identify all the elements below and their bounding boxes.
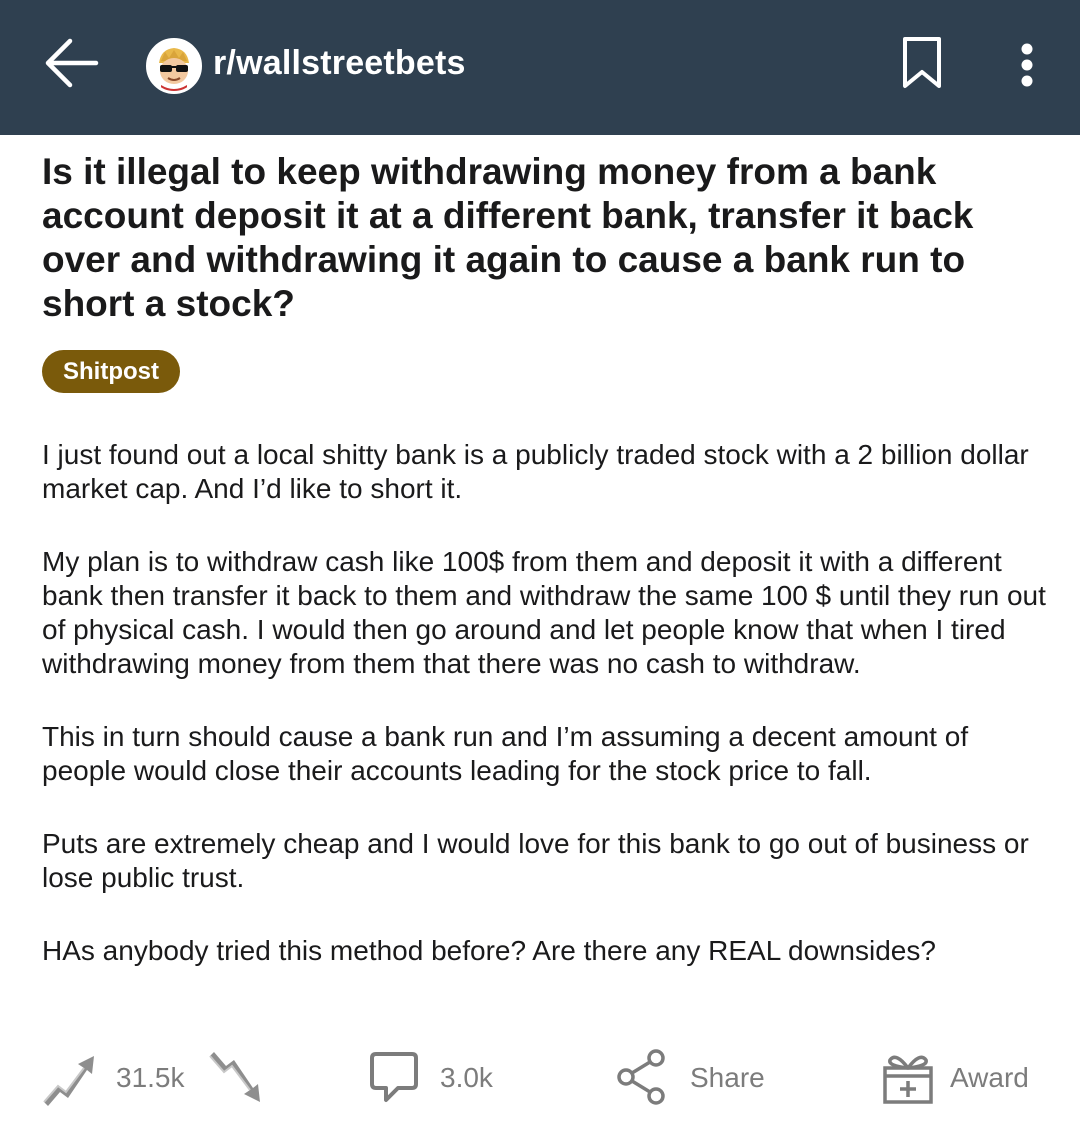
vote-count: 31.5k (116, 1062, 185, 1093)
more-options-button[interactable] (1006, 36, 1048, 94)
comments-button[interactable] (368, 1050, 420, 1106)
award-label[interactable]: Award (950, 1062, 1029, 1094)
top-app-bar: r/wallstreetbets (0, 0, 1080, 135)
bookmark-icon (903, 37, 941, 88)
comment-icon (370, 1052, 418, 1102)
bookmark-button[interactable] (898, 34, 946, 92)
post-paragraph: My plan is to withdraw cash like 100$ fr… (42, 546, 1046, 679)
upvote-button[interactable] (40, 1050, 98, 1108)
back-button[interactable] (40, 34, 104, 92)
share-icon (617, 1049, 665, 1105)
post-paragraph: Puts are extremely cheap and I would lov… (42, 828, 1029, 893)
more-vertical-icon (1021, 43, 1033, 87)
subreddit-avatar-icon[interactable] (146, 38, 202, 94)
post-flair[interactable]: Shitpost (42, 350, 180, 393)
post-body: I just found out a local shitty bank is … (42, 438, 1052, 1007)
award-icon (883, 1055, 933, 1104)
subreddit-name[interactable]: r/wallstreetbets (213, 44, 466, 83)
back-arrow-icon (45, 38, 99, 88)
share-button[interactable] (616, 1048, 668, 1106)
post-paragraph: This in turn should cause a bank run and… (42, 721, 969, 786)
post-paragraph: HAs anybody tried this method before? Ar… (42, 935, 936, 966)
post-actions-bar: 31.5k 3.0k Share Award (0, 1040, 1080, 1125)
post-paragraph: I just found out a local shitty bank is … (42, 439, 1029, 504)
downvote-button[interactable] (206, 1050, 264, 1108)
share-label[interactable]: Share (690, 1062, 765, 1094)
downvote-icon (209, 1052, 260, 1102)
award-button[interactable] (880, 1050, 936, 1106)
upvote-icon (43, 1056, 94, 1106)
post-title: Is it illegal to keep withdrawing money … (42, 151, 974, 324)
comment-count: 3.0k (440, 1062, 493, 1093)
